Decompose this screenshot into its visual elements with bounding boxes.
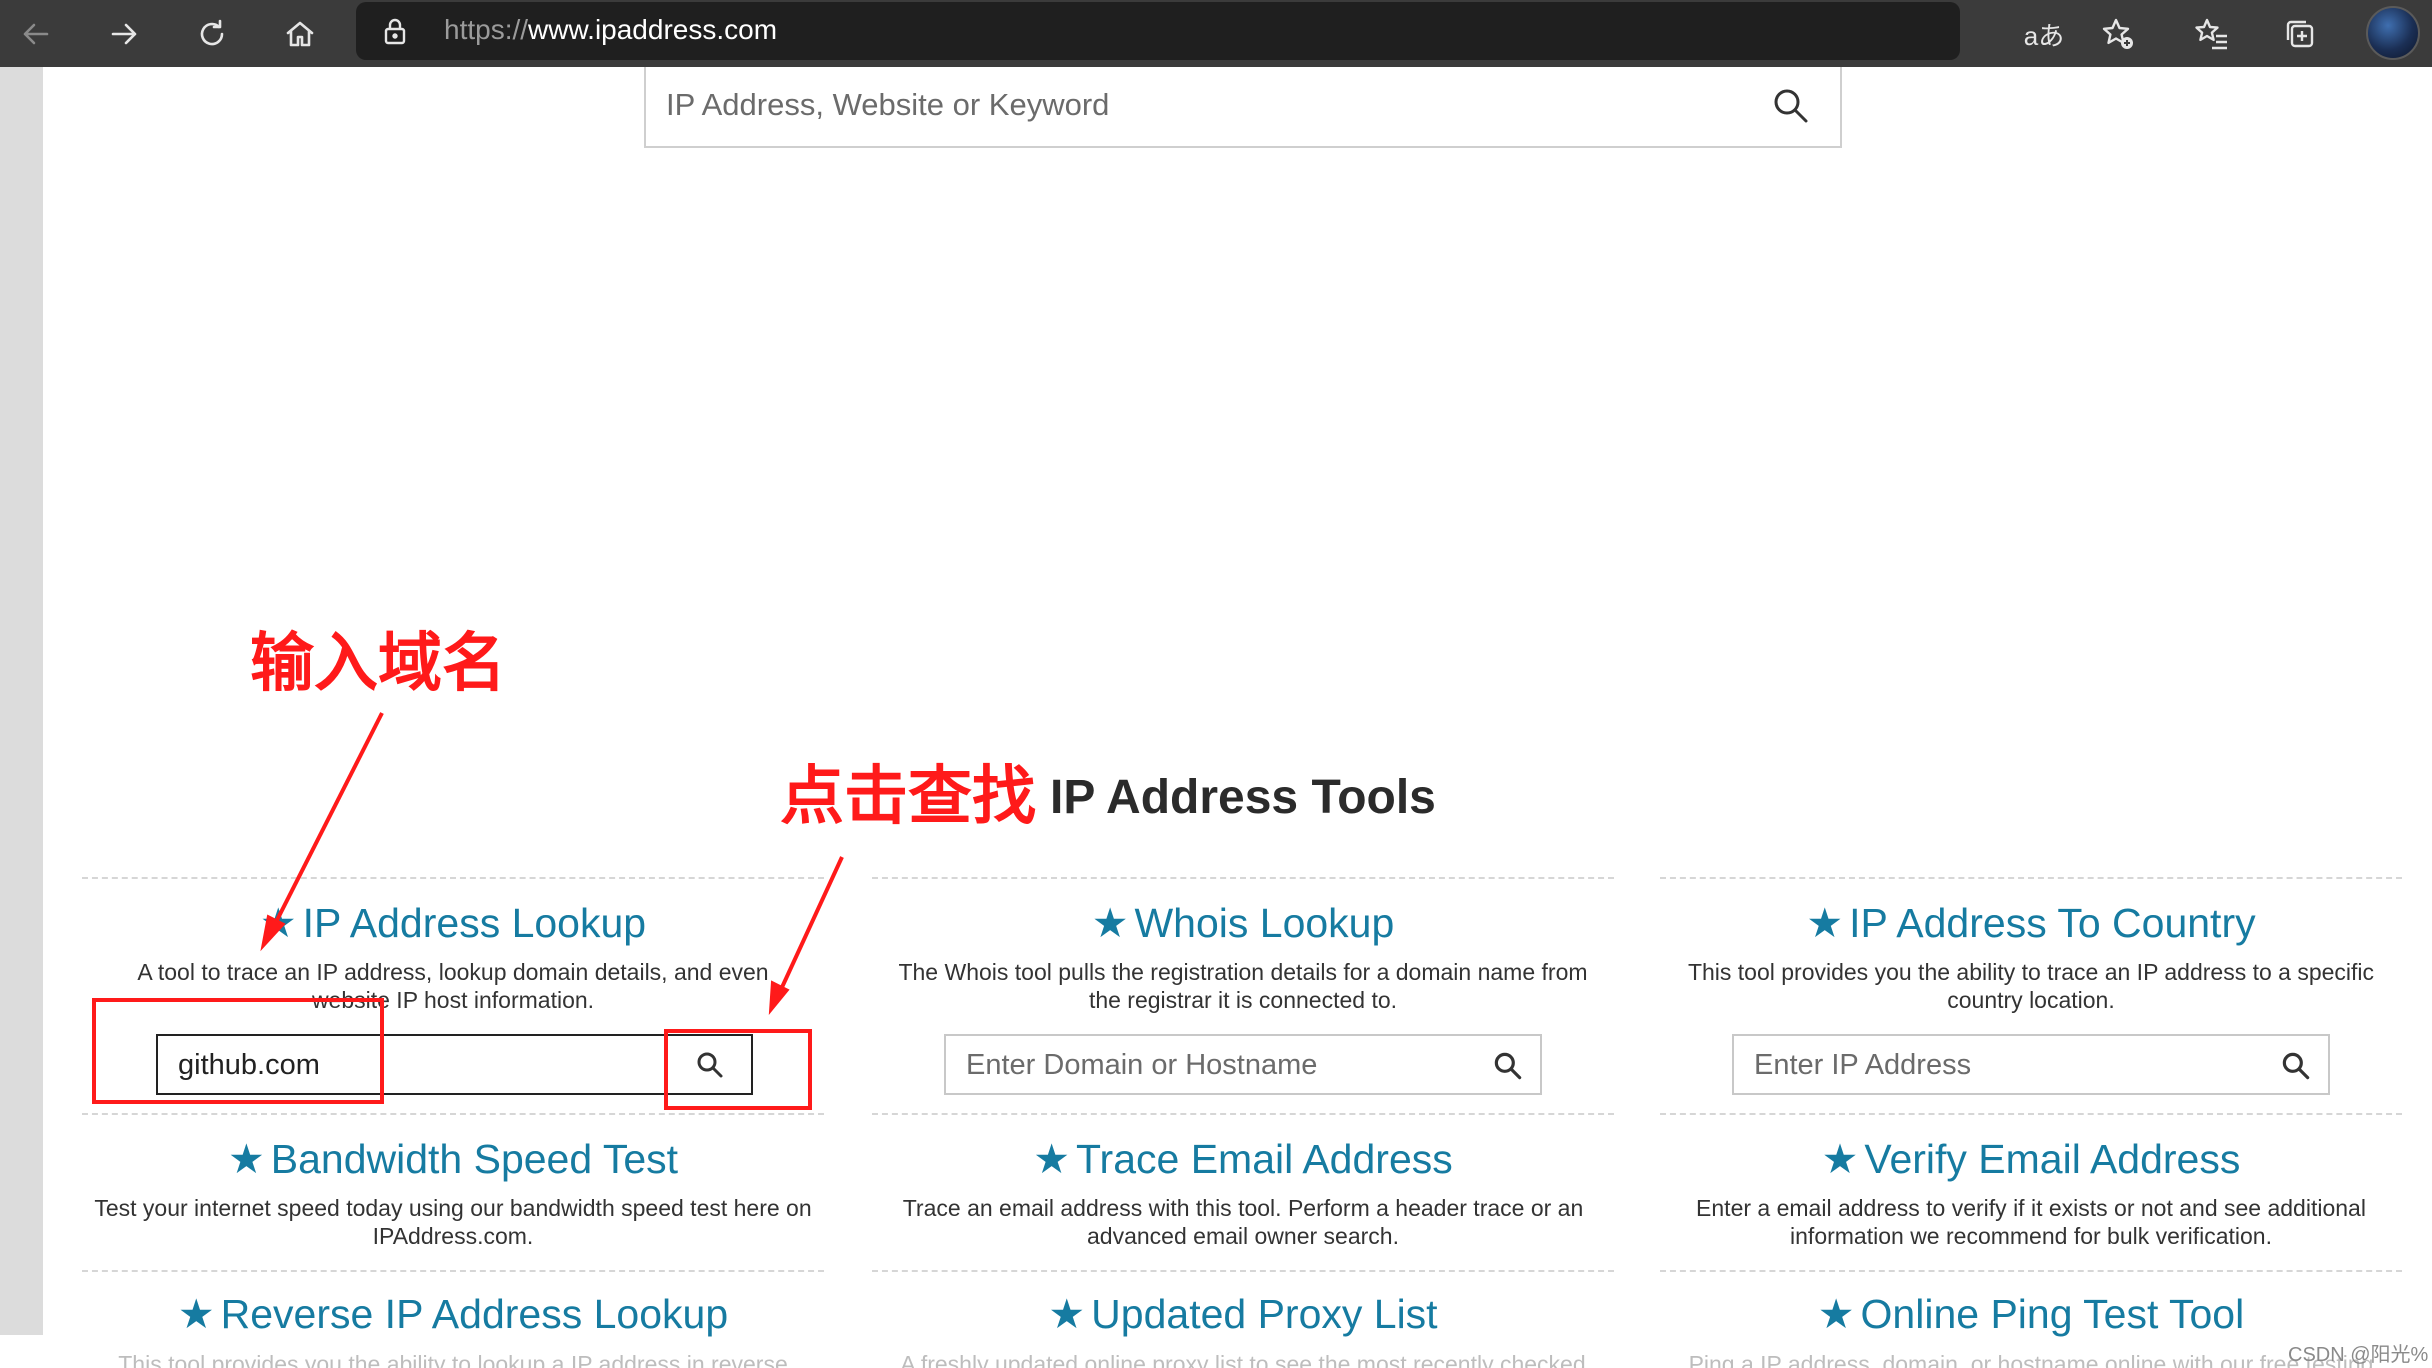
tool-ip-address-lookup-link[interactable]: ★ IP Address Lookup [82, 899, 824, 947]
favorites-list-icon [2195, 18, 2227, 50]
tool-description: Trace an email address with this tool. P… [902, 1195, 1584, 1249]
site-search-input[interactable] [666, 81, 1746, 129]
collections-button[interactable] [2274, 8, 2326, 60]
tool-title: Online Ping Test Tool [1860, 1291, 2245, 1337]
tool-trace-email-link[interactable]: ★ Trace Email Address [872, 1135, 1614, 1183]
ip-country-field [1732, 1034, 2330, 1095]
browser-toolbar: https://www.ipaddress.com aあ [0, 0, 2432, 67]
tool-title: IP Address To Country [1849, 900, 2256, 946]
search-icon[interactable] [1490, 1048, 1526, 1084]
annotation-click-hint: 点击查找 [780, 760, 1036, 834]
tool-title: Trace Email Address [1076, 1136, 1453, 1182]
favorites-button[interactable] [2186, 8, 2238, 60]
annotation-input-hint: 输入域名 [250, 627, 506, 701]
url-scheme: https:// [444, 14, 529, 45]
star-icon: ★ [1821, 1136, 1859, 1182]
whois-field [944, 1034, 1542, 1095]
section-title: IP Address Tools [1050, 771, 1436, 824]
divider [1660, 1270, 2402, 1272]
tool-description: Ping a IP address, domain, or hostname o… [1688, 1351, 2374, 1368]
tool-title: Bandwidth Speed Test [270, 1136, 679, 1182]
tool-description: This tool provides you the ability to tr… [1687, 959, 2375, 1013]
tool-title: Updated Proxy List [1091, 1291, 1438, 1337]
tool-whois-lookup-link[interactable]: ★ Whois Lookup [872, 899, 1614, 947]
url-text: https://www.ipaddress.com [444, 14, 777, 46]
divider [82, 1270, 824, 1272]
divider [1660, 877, 2402, 879]
home-button[interactable] [272, 6, 328, 62]
star-icon: ★ [1091, 900, 1129, 946]
tool-ip-to-country-link[interactable]: ★ IP Address To Country [1660, 899, 2402, 947]
tool-ping-test-link[interactable]: ★ Online Ping Test Tool [1660, 1290, 2402, 1338]
tool-reverse-ip-lookup-link[interactable]: ★ Reverse IP Address Lookup [82, 1290, 824, 1338]
back-button[interactable] [8, 6, 64, 62]
star-icon: ★ [1048, 1291, 1086, 1337]
tool-description: The Whois tool pulls the registration de… [898, 959, 1588, 1013]
site-search-box [644, 67, 1842, 148]
watermark: CSDN @阳光% [2288, 1344, 2429, 1366]
star-icon: ★ [1817, 1291, 1855, 1337]
search-icon[interactable] [1768, 83, 1814, 129]
forward-arrow-icon [111, 23, 137, 45]
star-icon: ★ [1033, 1136, 1071, 1182]
ip-country-input[interactable] [1754, 1047, 2253, 1083]
star-icon: ★ [227, 1136, 265, 1182]
tool-description: This tool provides you the ability to lo… [118, 1351, 788, 1368]
whois-input[interactable] [966, 1047, 1465, 1083]
tool-description: Test your internet speed today using our… [94, 1195, 812, 1249]
home-icon [286, 21, 314, 47]
star-icon: ★ [1806, 900, 1844, 946]
tool-proxy-list-link[interactable]: ★ Updated Proxy List [872, 1290, 1614, 1338]
tool-title: IP Address Lookup [302, 900, 647, 946]
star-add-icon [2102, 18, 2133, 49]
back-arrow-icon [23, 23, 49, 45]
divider [82, 1113, 824, 1115]
tool-description: Enter a email address to verify if it ex… [1696, 1195, 2366, 1249]
add-favorite-button[interactable] [2092, 8, 2144, 60]
tool-bandwidth-speed-test-link[interactable]: ★ Bandwidth Speed Test [82, 1135, 824, 1183]
divider [1660, 1113, 2402, 1115]
left-gutter [0, 67, 43, 1335]
star-icon: ★ [177, 1291, 215, 1337]
annotation-button-box [664, 1029, 812, 1110]
lock-icon [378, 14, 412, 48]
search-icon[interactable] [2278, 1048, 2314, 1084]
tool-title: Whois Lookup [1134, 900, 1395, 946]
divider [872, 877, 1614, 879]
star-icon: ★ [259, 900, 297, 946]
profile-avatar[interactable] [2366, 6, 2420, 60]
refresh-button[interactable] [184, 6, 240, 62]
read-aloud-icon: aあ [2023, 20, 2065, 51]
collections-icon [2286, 20, 2314, 48]
refresh-icon [200, 19, 224, 46]
divider [82, 877, 824, 879]
annotation-input-box [92, 998, 384, 1104]
tool-title: Reverse IP Address Lookup [220, 1291, 729, 1337]
tool-description: A freshly updated online proxy list to s… [900, 1351, 1586, 1368]
address-bar[interactable]: https://www.ipaddress.com [356, 2, 1960, 60]
url-host: www.ipaddress.com [528, 14, 778, 45]
read-aloud-button[interactable]: aあ [2018, 8, 2070, 60]
divider [872, 1270, 1614, 1272]
tool-title: Verify Email Address [1864, 1136, 2241, 1182]
divider [872, 1113, 1614, 1115]
tool-verify-email-link[interactable]: ★ Verify Email Address [1660, 1135, 2402, 1183]
forward-button[interactable] [96, 6, 152, 62]
